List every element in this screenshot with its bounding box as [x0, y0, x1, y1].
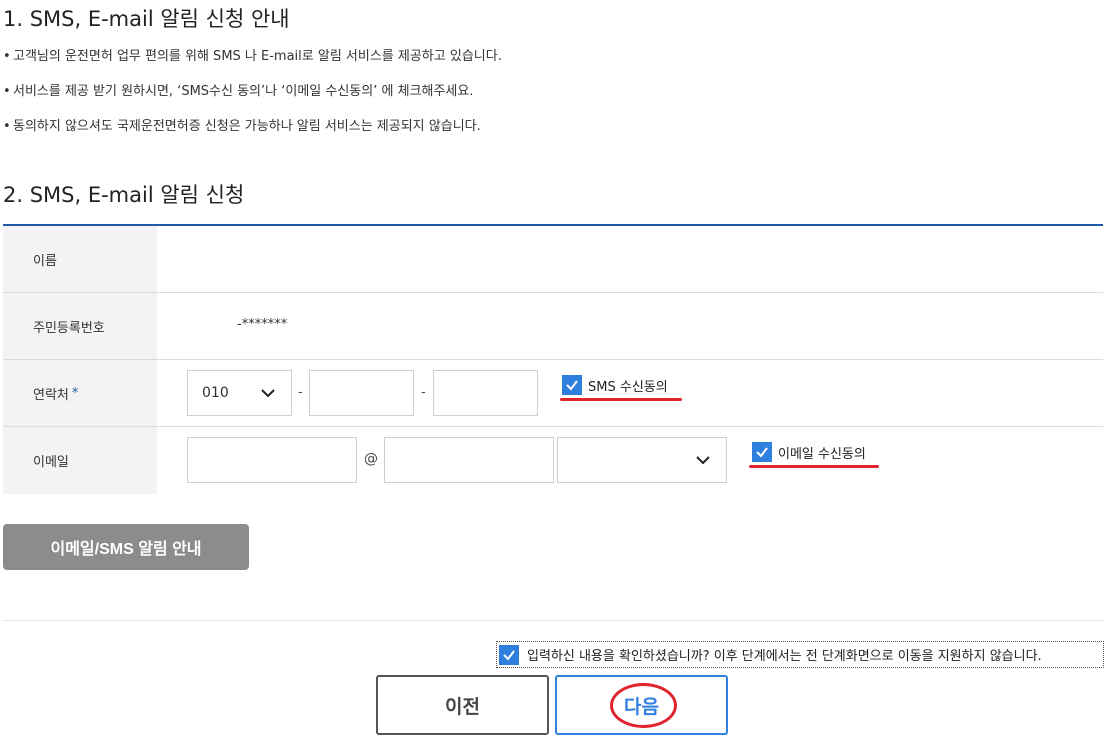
required-mark: * — [71, 385, 79, 401]
notice-bullet-2: • 서비스를 제공 받기 원하시면, ‘SMS수신 동의’나 ‘이메일 수신동의’… — [3, 84, 474, 99]
name-label: 이름 — [3, 226, 157, 292]
annotation-circle-next — [610, 683, 677, 728]
email-label: 이메일 — [3, 427, 157, 494]
email-sms-info-button[interactable]: 이메일/SMS 알림 안내 — [3, 524, 249, 570]
confirm-label: 입력하신 내용을 확인하셨습니까? 이후 단계에서는 전 단계화면으로 이동을 … — [527, 649, 1042, 664]
rrn-label: 주민등록번호 — [3, 293, 157, 359]
section1-title: 1. SMS, E-mail 알림 신청 안내 — [3, 7, 290, 31]
confirm-checkbox[interactable]: 입력하신 내용을 확인하셨습니까? 이후 단계에서는 전 단계화면으로 이동을 … — [496, 641, 1104, 668]
sms-consent-checkbox[interactable]: SMS 수신동의 — [562, 375, 668, 395]
email-domain-input[interactable] — [384, 437, 554, 483]
notice-bullet-1: • 고객님의 운전면허 업무 편의를 위해 SMS 나 E-mail로 알림 서비… — [3, 49, 502, 64]
sms-consent-label: SMS 수신동의 — [588, 379, 668, 395]
name-row: 이름 — [3, 226, 1103, 293]
chevron-down-icon — [261, 389, 275, 398]
section2-title: 2. SMS, E-mail 알림 신청 — [3, 183, 245, 207]
email-id-input[interactable] — [187, 437, 357, 483]
check-icon — [499, 644, 519, 665]
phone-last-input[interactable] — [433, 370, 538, 416]
rrn-row: 주민등록번호 -******* — [3, 293, 1103, 360]
phone-dash-2: - — [421, 385, 426, 400]
prev-button[interactable]: 이전 — [376, 675, 549, 735]
phone-row: 연락처 * 010 - - SMS 수신동의 — [3, 360, 1103, 427]
divider — [3, 620, 1103, 621]
check-icon — [752, 442, 772, 462]
email-row: 이메일 @ 이메일 수신동의 — [3, 427, 1103, 494]
phone-dash-1: - — [298, 385, 303, 400]
email-consent-checkbox[interactable]: 이메일 수신동의 — [752, 442, 866, 462]
email-domain-select[interactable] — [557, 437, 727, 483]
notification-form: 이름 주민등록번호 -******* 연락처 * 010 - - SMS 수신동의 — [3, 224, 1103, 494]
name-value — [157, 226, 1103, 292]
phone-middle-input[interactable] — [309, 370, 414, 416]
email-consent-label: 이메일 수신동의 — [778, 446, 866, 462]
phone-label: 연락처 * — [3, 360, 157, 426]
chevron-down-icon — [696, 456, 710, 465]
annotation-underline-email — [749, 465, 879, 468]
check-icon — [562, 375, 582, 395]
rrn-value: -******* — [237, 317, 288, 332]
notice-bullet-3: • 동의하지 않으셔도 국제운전면허증 신청은 가능하나 알림 서비스는 제공되지… — [3, 119, 481, 134]
email-at-sign: @ — [364, 451, 378, 467]
phone-prefix-select[interactable]: 010 — [187, 370, 292, 416]
annotation-underline-sms — [560, 398, 682, 401]
